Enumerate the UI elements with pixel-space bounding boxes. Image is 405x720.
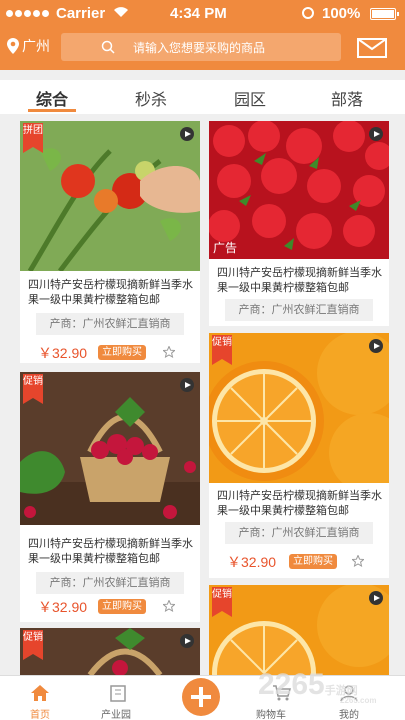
product-title: 四川特产安岳柠檬现摘新鲜当季水果一级中果黄柠檬整箱包邮 (28, 278, 193, 306)
product-image (20, 628, 200, 675)
search-icon (101, 40, 115, 54)
active-tab-indicator (28, 109, 76, 112)
home-icon[interactable] (30, 684, 50, 702)
search-placeholder: 请输入您想要采购的商品 (133, 41, 266, 55)
buy-now-button[interactable]: 立即购买 (289, 554, 337, 569)
product-image (209, 333, 389, 483)
status-bar: Carrier 4:34 PM 100% (0, 0, 405, 28)
watermark-logo: 2265手游网 2265.com (258, 668, 377, 705)
nav-cart[interactable]: 购物车 (256, 706, 286, 720)
product-title: 四川特产安岳柠檬现摘新鲜当季水果一级中果黄柠檬整箱包邮 (217, 266, 382, 294)
play-icon[interactable] (180, 634, 194, 648)
publish-plus-button[interactable] (182, 678, 220, 716)
product-card[interactable]: 拼团 四川特产安岳柠檬现摘新鲜当季水果一级中果黄柠檬整箱包邮 产商：广州农鲜汇直… (20, 121, 200, 363)
rotation-lock-icon (302, 7, 314, 19)
nav-industrial-park[interactable]: 产业园 (101, 706, 131, 720)
product-card[interactable]: 促销 (209, 585, 389, 675)
search-input[interactable]: 请输入您想要采购的商品 (61, 33, 341, 61)
star-icon[interactable] (163, 346, 175, 358)
product-title: 四川特产安岳柠檬现摘新鲜当季水果一级中果黄柠檬整箱包邮 (217, 489, 382, 517)
star-icon[interactable] (163, 600, 175, 612)
product-image (20, 121, 200, 271)
location-label: 广州 (22, 39, 50, 55)
product-image (20, 372, 200, 525)
play-icon[interactable] (180, 378, 194, 392)
carrier-label: Carrier (56, 5, 106, 22)
product-title: 四川特产安岳柠檬现摘新鲜当季水果一级中果黄柠檬整箱包邮 (28, 537, 193, 565)
buy-now-button[interactable]: 立即购买 (98, 599, 146, 614)
product-card[interactable]: 促销 (20, 628, 200, 675)
battery-icon (370, 8, 399, 20)
play-icon[interactable] (369, 127, 383, 141)
clock: 4:34 PM (170, 5, 227, 22)
product-price: ￥32.90 (38, 345, 88, 361)
location-selector[interactable]: 广州 (6, 36, 50, 56)
buy-now-button[interactable]: 立即购买 (98, 345, 146, 360)
play-icon[interactable] (369, 591, 383, 605)
product-price: ￥32.90 (227, 554, 277, 570)
tab-tribe[interactable]: 部落 (331, 86, 363, 110)
nav-profile[interactable]: 我的 (339, 706, 359, 720)
product-price: ￥32.90 (38, 599, 88, 615)
product-producer: 产商：广州农鲜汇直销商 (225, 522, 373, 544)
product-image (209, 585, 389, 675)
product-producer: 产商：广州农鲜汇直销商 (36, 572, 184, 594)
tab-comprehensive[interactable]: 综合 (36, 86, 68, 110)
tab-flash-sale[interactable]: 秒杀 (135, 86, 167, 110)
star-icon[interactable] (352, 555, 364, 567)
mail-icon[interactable] (357, 38, 387, 58)
battery-percent: 100% (322, 5, 361, 22)
category-tabs: 综合 秒杀 园区 部落 (0, 80, 405, 114)
product-producer: 产商：广州农鲜汇直销商 (36, 313, 184, 335)
product-producer: 产商：广州农鲜汇直销商 (225, 299, 373, 321)
product-card[interactable]: 广告 四川特产安岳柠檬现摘新鲜当季水果一级中果黄柠檬整箱包邮 产商：广州农鲜汇直… (209, 121, 389, 326)
location-pin-icon (7, 38, 19, 54)
product-card[interactable]: 促销 四川特产安岳柠檬现摘新鲜当季水果一级中果黄柠檬整箱包邮 产商：广州农鲜汇直… (209, 333, 389, 578)
product-card[interactable]: 促销 四川特产安岳柠檬现摘新鲜当季水果一级中果黄柠檬整箱包邮 产商：广州农鲜汇直… (20, 372, 200, 622)
wifi-icon (114, 7, 128, 17)
tab-park[interactable]: 园区 (234, 86, 266, 110)
app-header: Carrier 4:34 PM 100% 广州 请输入您想要采购的商品 (0, 0, 405, 70)
play-icon[interactable] (369, 339, 383, 353)
signal-icon (6, 10, 49, 17)
building-icon[interactable] (108, 684, 128, 702)
play-icon[interactable] (180, 127, 194, 141)
nav-home[interactable]: 首页 (30, 706, 50, 720)
